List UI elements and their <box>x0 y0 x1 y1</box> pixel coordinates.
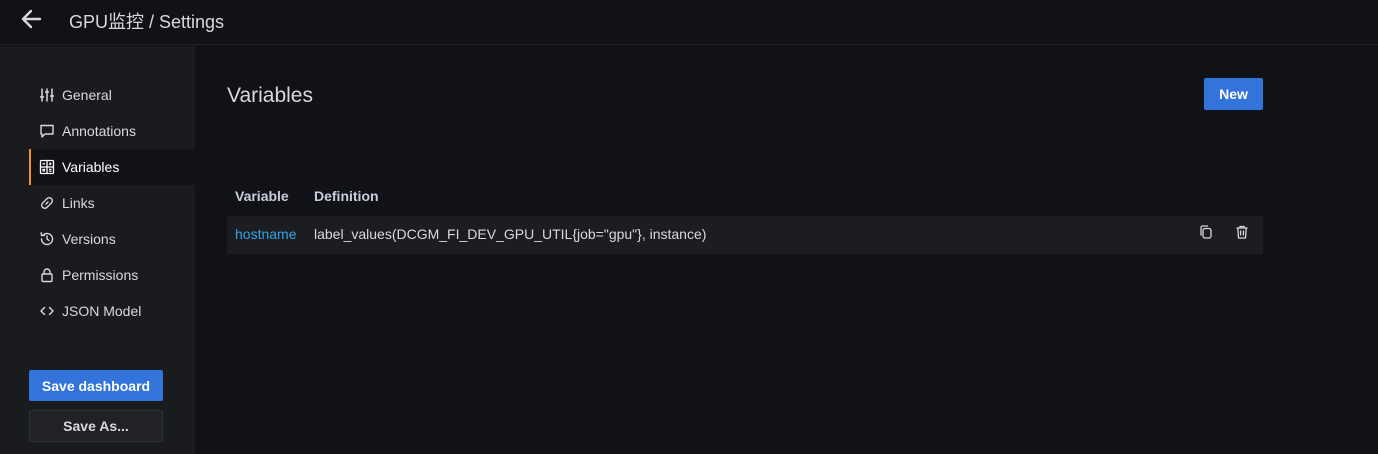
code-brackets-icon <box>39 303 55 319</box>
comment-icon <box>39 123 55 139</box>
back-button[interactable] <box>17 6 45 32</box>
duplicate-icon[interactable] <box>1197 223 1215 241</box>
sliders-icon <box>39 87 55 103</box>
sidebar-item-permissions[interactable]: Permissions <box>29 257 195 293</box>
sidebar-item-label: Links <box>62 195 95 211</box>
variable-definition: label_values(DCGM_FI_DEV_GPU_UTIL{job="g… <box>314 226 707 242</box>
table-row: hostname label_values(DCGM_FI_DEV_GPU_UT… <box>227 216 1263 254</box>
page-title: GPU监控 / Settings <box>69 12 225 32</box>
sidebar-item-label: JSON Model <box>62 303 142 319</box>
sidebar-item-label: Versions <box>62 231 116 247</box>
sidebar-item-annotations[interactable]: Annotations <box>29 113 195 149</box>
top-bar: GPU监控 / Settings <box>0 0 1378 45</box>
sidebar-item-versions[interactable]: Versions <box>29 221 195 257</box>
history-icon <box>39 231 55 247</box>
column-header-variable: Variable <box>235 188 289 204</box>
new-variable-button[interactable]: New <box>1204 78 1263 110</box>
sidebar-item-label: Permissions <box>62 267 139 283</box>
sidebar-item-label: General <box>62 87 112 103</box>
save-as-button[interactable]: Save As... <box>29 410 163 442</box>
settings-sidebar: General Annotations Variables Links Vers… <box>0 46 195 454</box>
section-title: Variables <box>227 84 313 107</box>
lock-icon <box>39 267 55 283</box>
link-icon <box>39 195 55 211</box>
sidebar-item-json-model[interactable]: JSON Model <box>29 293 195 329</box>
sidebar-item-label: Variables <box>62 159 120 175</box>
arrow-left-icon <box>21 9 42 29</box>
variable-name-link[interactable]: hostname <box>235 226 296 242</box>
sidebar-item-links[interactable]: Links <box>29 185 195 221</box>
sidebar-item-label: Annotations <box>62 123 136 139</box>
sidebar-item-variables[interactable]: Variables <box>29 149 195 185</box>
sidebar-item-general[interactable]: General <box>29 77 195 113</box>
calculator-icon <box>39 159 55 175</box>
column-header-definition: Definition <box>314 188 379 204</box>
trash-icon[interactable] <box>1233 223 1251 241</box>
save-dashboard-button[interactable]: Save dashboard <box>29 370 163 401</box>
